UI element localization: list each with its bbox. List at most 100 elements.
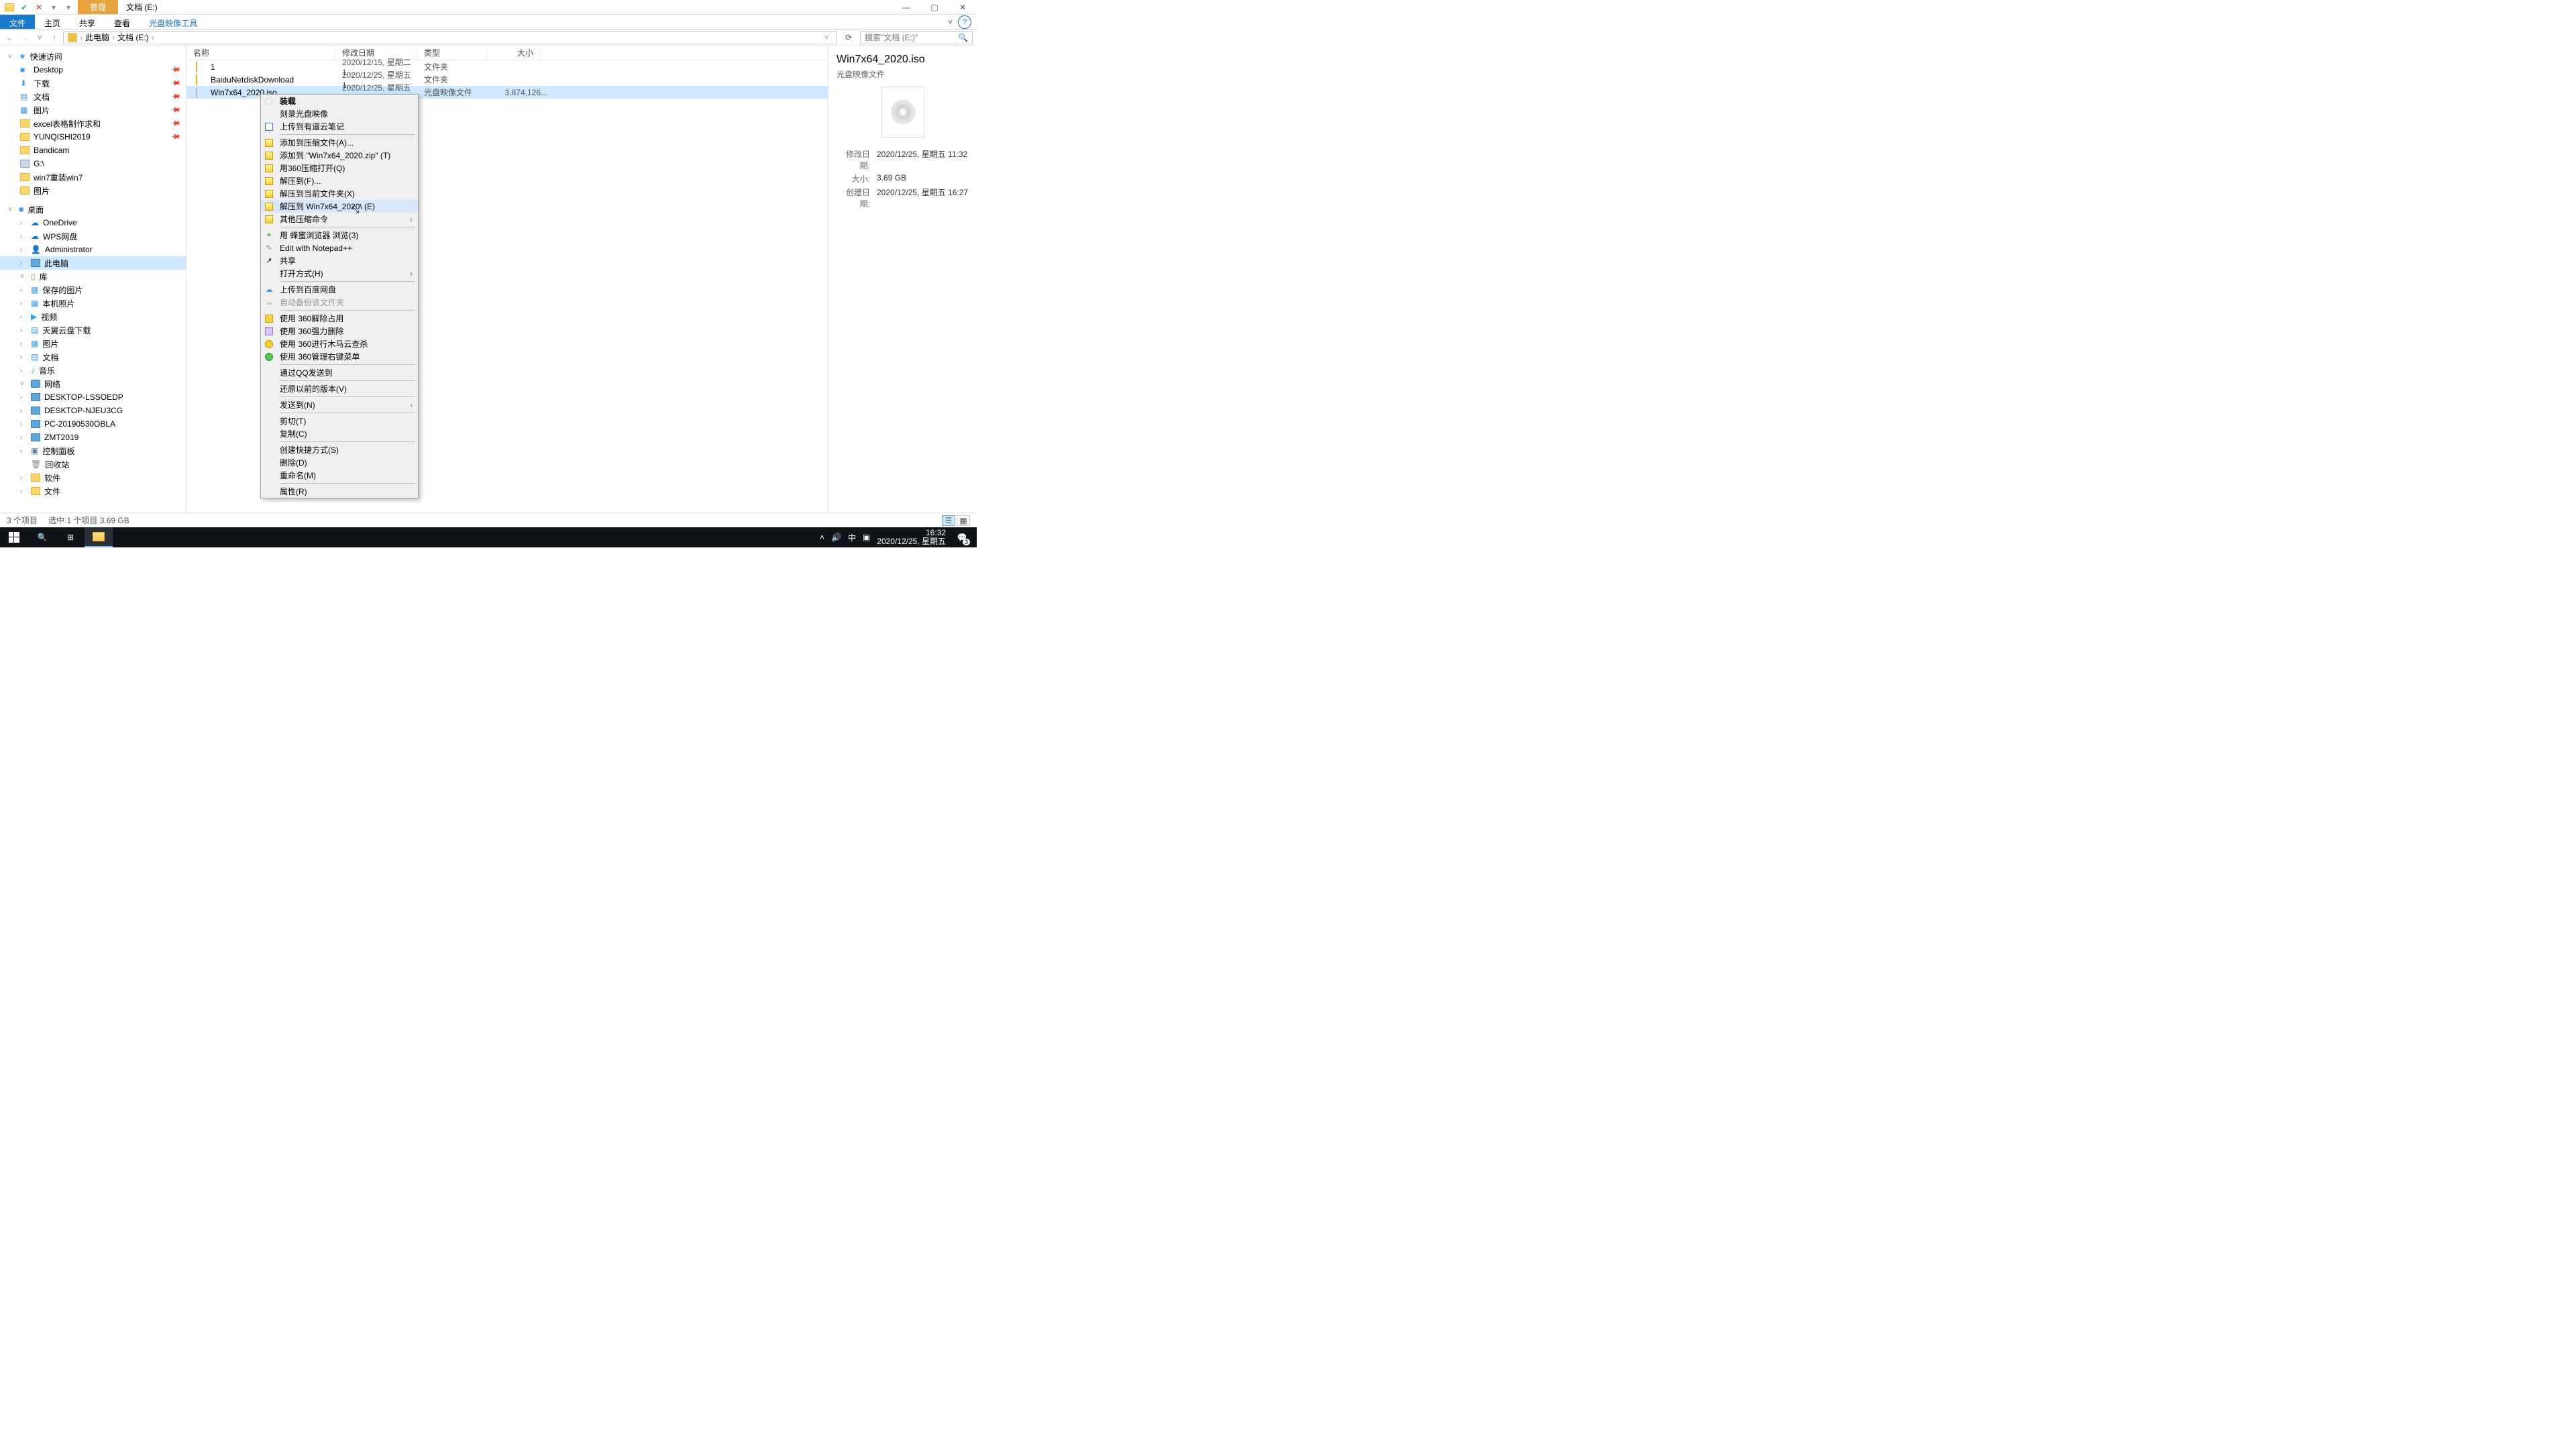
tree-camroll[interactable]: ›▦本机照片 (0, 297, 186, 310)
ctx-burn[interactable]: 刻录光盘映像 (261, 107, 418, 120)
ctx-send-to[interactable]: 发送到(N)› (261, 398, 418, 411)
file-row[interactable]: 1 2020/12/15, 星期二 1... 文件夹 (186, 60, 828, 73)
tab-file[interactable]: 文件 (0, 15, 35, 29)
tree-thispc[interactable]: ›此电脑 (0, 256, 186, 270)
ctx-share[interactable]: ↗共享 (261, 254, 418, 267)
tree-bandicam[interactable]: Bandicam (0, 144, 186, 157)
ctx-open-360zip[interactable]: 用360压缩打开(Q) (261, 162, 418, 174)
tree-savedpics[interactable]: ›▦保存的图片 (0, 283, 186, 297)
tree-library[interactable]: ˅▯库 (0, 270, 186, 283)
tray-app-icon[interactable]: ▣ (863, 533, 870, 542)
tab-share[interactable]: 共享 (70, 15, 105, 29)
tree-tianyi[interactable]: ›▤天翼云盘下载 (0, 323, 186, 337)
tree-yunqishi[interactable]: YUNQISHI2019📌 (0, 130, 186, 144)
ribbon-expand-icon[interactable]: ˅ (943, 17, 958, 27)
volume-icon[interactable]: 🔊 (831, 533, 841, 542)
tree-onedrive[interactable]: ›☁OneDrive (0, 216, 186, 229)
ctx-copy[interactable]: 复制(C) (261, 427, 418, 440)
ctx-other-compress[interactable]: 其他压缩命令› (261, 213, 418, 225)
tab-view[interactable]: 查看 (105, 15, 140, 29)
col-size[interactable]: 大小 (487, 47, 541, 58)
ctx-qq-send[interactable]: 通过QQ发送到 (261, 366, 418, 379)
qat-check-icon[interactable]: ✔ (19, 2, 30, 13)
tree-pics3[interactable]: ›▦图片 (0, 337, 186, 350)
ctx-extract-to[interactable]: 解压到(F)... (261, 174, 418, 187)
ctx-baidu-upload[interactable]: ☁上传到百度网盘 (261, 283, 418, 296)
ctx-extract-here[interactable]: 解压到当前文件夹(X) (261, 187, 418, 200)
ctx-cut[interactable]: 剪切(T) (261, 415, 418, 427)
up-button[interactable]: ↑ (48, 32, 60, 44)
ctx-360-unlock[interactable]: 使用 360解除占用 (261, 312, 418, 325)
tree-recycle[interactable]: 🗑回收站 (0, 458, 186, 471)
tree-documents[interactable]: ▤文档📌 (0, 90, 186, 103)
ctx-extract-named[interactable]: 解压到 Win7x64_2020\ (E) (261, 200, 418, 213)
ctx-delete[interactable]: 删除(D) (261, 456, 418, 469)
tree-downloads[interactable]: ⬇下载📌 (0, 76, 186, 90)
tree-wps[interactable]: ›☁WPS网盘 (0, 229, 186, 243)
ctx-add-zip[interactable]: 添加到 "Win7x64_2020.zip" (T) (261, 149, 418, 162)
maximize-button[interactable]: ▢ (920, 0, 949, 15)
tray-overflow-icon[interactable]: ˄ (820, 533, 824, 542)
close-button[interactable]: ✕ (949, 0, 977, 15)
ctx-bee-browser[interactable]: ✦用 蜂蜜浏览器 浏览(3) (261, 229, 418, 241)
col-type[interactable]: 类型 (417, 47, 487, 58)
minimize-button[interactable]: — (892, 0, 920, 15)
tree-quick-access[interactable]: ˅★快速访问 (0, 50, 186, 63)
tab-home[interactable]: 主页 (35, 15, 70, 29)
clock[interactable]: 16:32 2020/12/25, 星期五 (877, 529, 946, 546)
search-button[interactable]: 🔍 (28, 527, 56, 547)
qat-new-icon[interactable]: ▾ (48, 2, 59, 13)
recent-dropdown[interactable]: ˅ (34, 32, 46, 44)
tree-pc3[interactable]: ›PC-20190530OBLA (0, 417, 186, 431)
explorer-taskbar-icon[interactable] (85, 527, 113, 547)
tree-music[interactable]: ›♪音乐 (0, 364, 186, 377)
ctx-open-with[interactable]: 打开方式(H)› (261, 267, 418, 280)
back-button[interactable]: ← (4, 32, 16, 44)
tree-desktop[interactable]: ■Desktop📌 (0, 63, 186, 76)
tree-pics2[interactable]: 图片 (0, 184, 186, 197)
notification-center-icon[interactable]: 💬3 (953, 528, 971, 547)
taskview-button[interactable]: ⊞ (56, 527, 85, 547)
tree-gdrive[interactable]: G:\ (0, 157, 186, 170)
breadcrumb[interactable]: › 此电脑 › 文档 (E:) › ˅ (63, 31, 837, 44)
tab-disc-tools[interactable]: 光盘映像工具 (140, 15, 207, 29)
ctx-360-manage[interactable]: 使用 360管理右键菜单 (261, 350, 418, 363)
qat-dropdown-icon[interactable]: ▾ (63, 2, 74, 13)
ctx-mount[interactable]: 装载 (261, 95, 418, 107)
view-icons-button[interactable]: ▦ (957, 515, 970, 526)
tree-docs2[interactable]: ›▤文档 (0, 350, 186, 364)
search-input[interactable]: 搜索"文档 (E:)" 🔍 (860, 31, 973, 44)
help-icon[interactable]: ? (958, 15, 971, 29)
address-dropdown-icon[interactable]: ˅ (820, 32, 833, 44)
tree-pc4[interactable]: ›ZMT2019 (0, 431, 186, 444)
tree-admin[interactable]: ›👤Administrator (0, 243, 186, 256)
ctx-restore-prev[interactable]: 还原以前的版本(V) (261, 382, 418, 395)
ime-icon[interactable]: 中 (848, 532, 856, 543)
col-name[interactable]: 名称 (186, 47, 335, 58)
forward-button[interactable]: → (19, 32, 31, 44)
ctx-360-scan[interactable]: 使用 360进行木马云查杀 (261, 337, 418, 350)
tree-software[interactable]: ›软件 (0, 471, 186, 484)
ctx-properties[interactable]: 属性(R) (261, 485, 418, 498)
crumb-current[interactable]: 文档 (E:) (117, 32, 149, 43)
tree-win7[interactable]: win7重装win7 (0, 170, 186, 184)
crumb-root[interactable]: 此电脑 (85, 32, 109, 43)
tree-video[interactable]: ›▶视频 (0, 310, 186, 323)
ctx-rename[interactable]: 重命名(M) (261, 469, 418, 482)
ctx-360-delete[interactable]: 使用 360强力删除 (261, 325, 418, 337)
qat-close-icon[interactable]: ✕ (34, 2, 44, 13)
view-details-button[interactable]: ☰ (942, 515, 955, 526)
ctx-youdao[interactable]: 上传到有道云笔记 (261, 120, 418, 133)
tree-excel[interactable]: excel表格制作求和📌 (0, 117, 186, 130)
ctx-notepadpp[interactable]: ✎Edit with Notepad++ (261, 241, 418, 254)
start-button[interactable] (0, 527, 28, 547)
tree-cpanel[interactable]: ›▣控制面板 (0, 444, 186, 458)
tree-desktop-group[interactable]: ˅■桌面 (0, 203, 186, 216)
refresh-button[interactable]: ⟳ (843, 32, 855, 44)
ctx-add-archive[interactable]: 添加到压缩文件(A)... (261, 136, 418, 149)
tree-pc1[interactable]: ›DESKTOP-LSSOEDP (0, 390, 186, 404)
tree-pictures[interactable]: ▦图片📌 (0, 103, 186, 117)
ctx-shortcut[interactable]: 创建快捷方式(S) (261, 443, 418, 456)
tree-pc2[interactable]: ›DESKTOP-NJEU3CG (0, 404, 186, 417)
file-row[interactable]: BaiduNetdiskDownload 2020/12/25, 星期五 1..… (186, 73, 828, 86)
